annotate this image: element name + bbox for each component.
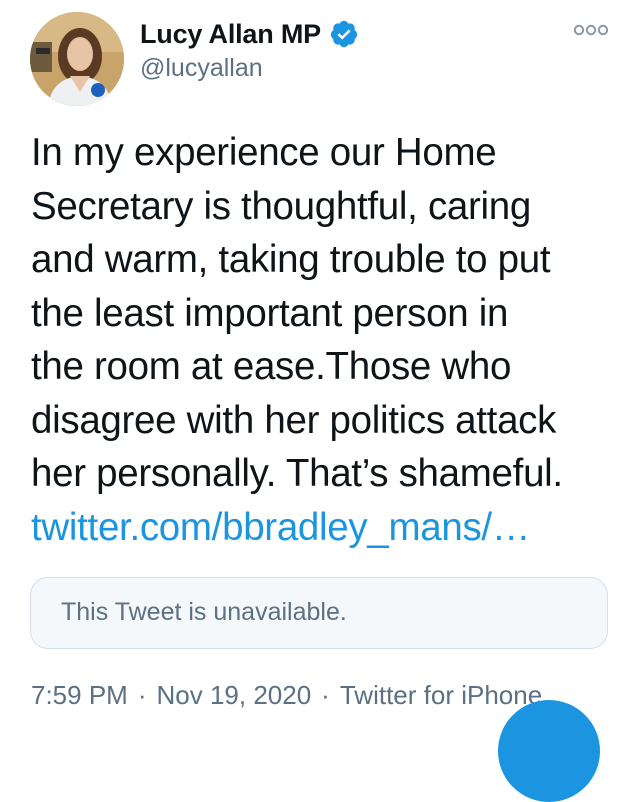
tweet-metadata: 7:59 PM · Nov 19, 2020 · Twitter for iPh… — [31, 680, 542, 711]
profile-photo — [30, 12, 124, 106]
quoted-tweet-unavailable-text: This Tweet is unavailable. — [61, 598, 347, 626]
tweet-source[interactable]: Twitter for iPhone — [340, 680, 542, 711]
tweet-link[interactable]: twitter.com/bbradley_mans/… — [31, 501, 621, 555]
verified-badge-icon — [330, 20, 358, 48]
meta-separator: · — [137, 680, 147, 710]
tweet-line: disagree with her politics attack — [31, 398, 557, 442]
meta-separator: · — [321, 680, 330, 710]
tweet-line: Secretary is thoughtful, caring — [31, 184, 532, 228]
author-name[interactable]: Lucy Allan MP — [140, 19, 321, 50]
more-options-icon[interactable] — [573, 22, 609, 38]
avatar[interactable] — [30, 12, 124, 106]
author-handle[interactable]: @lucyallan — [140, 54, 263, 83]
tweet-line: her personally. That’s shameful. — [31, 452, 563, 495]
quoted-tweet-card[interactable]: This Tweet is unavailable. — [30, 577, 608, 649]
tweet-line: and warm, taking trouble to put — [31, 238, 551, 281]
author-name-row[interactable]: Lucy Allan MP — [140, 14, 359, 54]
tweet-text: In my experience our Home Secretary is t… — [31, 126, 621, 554]
tweet-line: the least important person in — [31, 291, 509, 335]
tweet-date[interactable]: Nov 19, 2020 — [157, 680, 312, 711]
tweet-line: In my experience our Home — [31, 131, 497, 174]
tweet-time[interactable]: 7:59 PM — [31, 680, 128, 711]
tweet-line: the room at ease.Those who — [31, 345, 512, 388]
compose-fab-button[interactable] — [498, 700, 600, 802]
